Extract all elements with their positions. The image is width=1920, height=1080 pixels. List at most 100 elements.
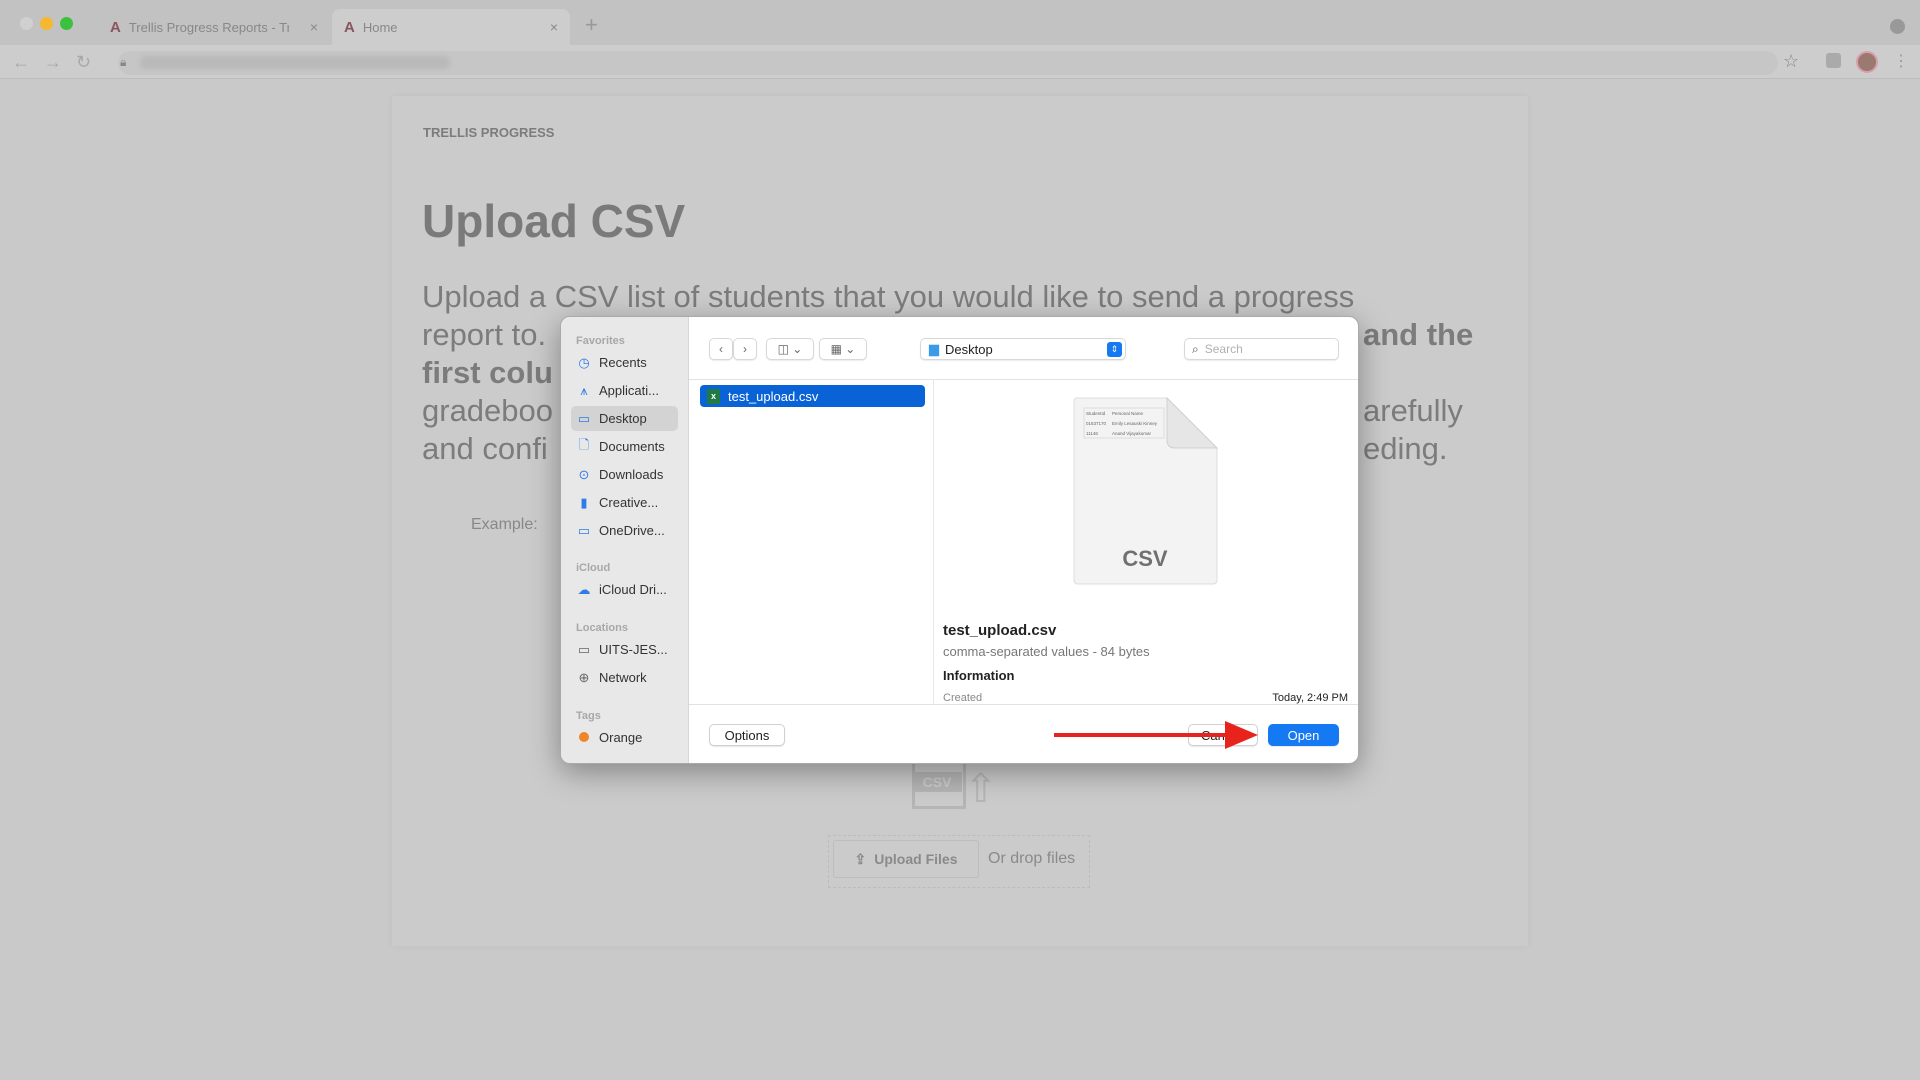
sidebar-item-label: Orange xyxy=(599,730,643,745)
tab-search-icon[interactable] xyxy=(1890,19,1905,34)
description-line: report to. xyxy=(422,317,547,352)
upload-icon: ⇪ xyxy=(854,850,867,867)
search-icon: ⌕ xyxy=(1192,341,1199,356)
description-line: eding. xyxy=(1363,431,1448,466)
divider xyxy=(933,379,934,704)
reload-icon[interactable]: ↻ xyxy=(76,52,91,73)
search-placeholder: Search xyxy=(1204,342,1243,356)
back-button[interactable]: ‹ xyxy=(709,338,733,360)
sidebar-heading-favorites: Favorites xyxy=(576,335,625,347)
desktop-icon: ▭ xyxy=(577,410,591,426)
extensions-icon[interactable] xyxy=(1826,53,1841,68)
csv-upload-icon: CSV ⇧ xyxy=(912,764,998,819)
sidebar-item-computer[interactable]: ▭ UITS-JES... xyxy=(571,637,678,662)
information-heading: Information xyxy=(943,668,1015,683)
download-icon: ⊙ xyxy=(578,466,590,482)
back-icon[interactable]: ← xyxy=(12,52,30,73)
sidebar-item-network[interactable]: ⊕ Network xyxy=(571,665,678,690)
sidebar-item-orange-tag[interactable]: Orange xyxy=(571,725,678,750)
sidebar-item-label: Downloads xyxy=(599,467,664,482)
file-name: test_upload.csv xyxy=(728,388,819,404)
sidebar-item-label: OneDrive... xyxy=(599,523,665,538)
divider xyxy=(689,379,1358,380)
description-line: and the xyxy=(1363,317,1474,352)
description-line: arefully xyxy=(1363,393,1463,428)
minimize-window-button[interactable] xyxy=(40,17,53,30)
close-window-button[interactable] xyxy=(20,17,33,30)
new-tab-button[interactable]: + xyxy=(585,12,598,38)
excel-file-icon: x xyxy=(707,388,720,404)
sidebar-item-label: Creative... xyxy=(599,495,659,510)
bookmark-star-icon[interactable]: ☆ xyxy=(1783,51,1799,72)
close-tab-icon[interactable]: × xyxy=(550,19,558,35)
profile-avatar[interactable] xyxy=(1856,51,1878,73)
sidebar-item-downloads[interactable]: ⊙ Downloads xyxy=(571,462,678,487)
upload-files-button[interactable]: ⇪ Upload Files xyxy=(833,840,979,878)
location-label: Desktop xyxy=(945,341,993,357)
drop-files-label: Or drop files xyxy=(988,850,1076,867)
file-item-test-upload[interactable]: x test_upload.csv xyxy=(700,385,925,407)
example-label: Example: xyxy=(471,516,538,533)
university-logo-icon: A xyxy=(344,18,355,36)
file-open-dialog: Favorites ◷ Recents ⩚ Applicati... ▭ Deskto… xyxy=(560,316,1359,764)
thumb-cell: Anand Vijayakumar xyxy=(1112,431,1151,436)
globe-icon: ⊕ xyxy=(578,669,590,685)
preview-file-name: test_upload.csv xyxy=(943,622,1057,639)
blurred-url xyxy=(140,56,450,69)
sidebar-item-label: Network xyxy=(599,670,647,685)
sidebar-item-creative[interactable]: ▮ Creative... xyxy=(571,490,678,515)
chevron-updown-icon: ⇕ xyxy=(1107,341,1122,357)
dialog-sidebar: Favorites ◷ Recents ⩚ Applicati... ▭ Deskto… xyxy=(561,317,689,763)
csv-label: CSV xyxy=(912,772,962,792)
sidebar-item-label: Applicati... xyxy=(599,383,659,398)
options-button[interactable]: Options xyxy=(709,724,785,746)
thumb-cell: Personal Name xyxy=(1112,411,1144,416)
sidebar-item-desktop[interactable]: ▭ Desktop xyxy=(571,406,678,431)
tab-trellis-progress-reports[interactable]: A Trellis Progress Reports - Trelli × xyxy=(98,9,330,45)
thumb-cell: 01637170 xyxy=(1086,421,1107,426)
sidebar-item-recents[interactable]: ◷ Recents xyxy=(571,350,678,375)
sidebar-item-applications[interactable]: ⩚ Applicati... xyxy=(571,378,678,403)
red-arrow-annotation xyxy=(1054,721,1258,749)
description-line: and confi xyxy=(422,431,548,466)
document-icon: 🗋︎ xyxy=(578,436,590,452)
close-tab-icon[interactable]: × xyxy=(310,19,318,35)
created-value: Today, 2:49 PM xyxy=(1272,692,1348,704)
description-line: gradeboo xyxy=(422,393,554,428)
sidebar-item-label: UITS-JES... xyxy=(599,642,668,657)
cloud-icon: ☁︎ xyxy=(577,581,591,597)
forward-icon[interactable]: → xyxy=(44,52,62,73)
maximize-window-button[interactable] xyxy=(60,17,73,30)
csv-icon-label: CSV xyxy=(1122,546,1168,571)
location-popup[interactable]: ▆ Desktop ⇕ xyxy=(920,338,1126,360)
sidebar-item-onedrive[interactable]: ▭ OneDrive... xyxy=(571,518,678,543)
sidebar-item-label: Recents xyxy=(599,355,647,370)
sidebar-item-documents[interactable]: 🗋︎ Documents xyxy=(571,434,678,459)
tab-title: Home xyxy=(362,19,398,35)
sidebar-heading-locations: Locations xyxy=(576,622,628,634)
search-field[interactable]: ⌕ Search xyxy=(1184,338,1339,360)
clock-icon: ◷ xyxy=(578,354,590,370)
view-columns-button[interactable]: ◫ ⌄ xyxy=(766,338,814,360)
tab-home[interactable]: A Home × xyxy=(332,9,570,45)
thumb-cell: 11146 xyxy=(1086,431,1098,436)
thumb-cell: Emily Lesauski Kinney xyxy=(1112,421,1158,426)
open-button[interactable]: Open xyxy=(1268,724,1339,746)
applications-icon: ⩚ xyxy=(580,382,588,398)
sidebar-item-label: Documents xyxy=(599,439,665,454)
sidebar-item-label: Desktop xyxy=(599,411,647,426)
tab-title: Trellis Progress Reports - Trelli xyxy=(128,19,289,35)
upload-files-label: Upload Files xyxy=(874,851,958,867)
forward-button[interactable]: › xyxy=(733,338,757,360)
description-line: first colu xyxy=(422,355,553,390)
csv-document-preview-icon: StudentId Personal Name 01637170 Emily Les… xyxy=(1073,396,1219,585)
divider xyxy=(689,704,1358,705)
sidebar-heading-icloud: iCloud xyxy=(576,562,611,574)
file-icon: ▮ xyxy=(580,494,588,510)
sidebar-item-icloud-drive[interactable]: ☁︎ iCloud Dri... xyxy=(571,577,678,602)
menu-icon[interactable]: ⋮ xyxy=(1893,51,1909,71)
created-label: Created xyxy=(943,692,983,704)
group-button[interactable]: ▦ ⌄ xyxy=(819,338,867,360)
sidebar-item-label: iCloud Dri... xyxy=(599,582,667,597)
page-title: Upload CSV xyxy=(422,195,686,247)
